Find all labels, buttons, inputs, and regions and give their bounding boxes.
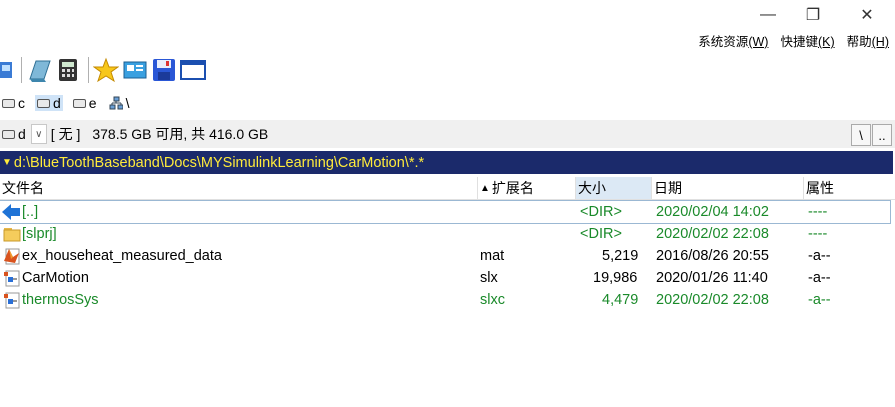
drive-info-row: d ∨ [ 无 ] 378.5 GB 可用, 共 416.0 GB	[0, 120, 895, 148]
column-header-ext[interactable]: ▲ 扩展名	[478, 177, 576, 199]
network-icon[interactable]	[122, 57, 148, 83]
save-disk-icon[interactable]	[151, 57, 177, 83]
drive-bar: c d e \	[0, 91, 131, 115]
up-arrow-icon	[1, 201, 21, 223]
drive-label: e	[88, 95, 97, 111]
current-path-bar[interactable]: ▼ d:\BlueToothBaseband\Docs\MYSimulinkLe…	[0, 151, 893, 174]
file-size: 5,219	[602, 248, 639, 264]
menu-help[interactable]: 帮助(H)	[847, 31, 889, 51]
file-name: CarMotion	[22, 270, 89, 286]
file-name: [slprj]	[22, 226, 57, 242]
file-name: [..]	[22, 204, 39, 220]
file-ext: mat	[480, 248, 505, 264]
simulink-cache-icon	[3, 289, 21, 311]
file-size: <DIR>	[580, 204, 622, 220]
sort-up-arrow-icon: ▲	[480, 182, 490, 194]
folder-icon	[3, 223, 21, 245]
minimize-button[interactable]: —	[748, 0, 788, 30]
drive-selector[interactable]: d ∨	[0, 124, 47, 144]
matlab-icon	[3, 245, 21, 267]
file-name: ex_househeat_measured_data	[22, 248, 222, 264]
free-space-text: 378.5 GB 可用, 共 416.0 GB	[92, 126, 269, 142]
simulink-icon	[3, 267, 21, 289]
drive-icon	[72, 98, 86, 108]
file-attr: -a--	[808, 292, 831, 308]
file-row[interactable]: ex_househeat_measured_data mat 5,219 201…	[0, 245, 895, 267]
file-date: 2020/02/02 22:08	[656, 226, 769, 242]
close-button[interactable]: ✕	[847, 0, 887, 30]
ftp-icon[interactable]	[0, 57, 14, 83]
window-icon[interactable]	[180, 57, 206, 83]
file-name: thermosSys	[22, 292, 99, 308]
file-ext: slx	[480, 270, 498, 286]
file-date: 2016/08/26 20:55	[656, 248, 769, 264]
favorite-star-icon[interactable]	[92, 57, 120, 83]
drive-icon	[2, 98, 15, 108]
file-date: 2020/02/04 14:02	[656, 204, 769, 220]
column-header-size[interactable]: 大小	[576, 177, 652, 199]
drive-e-button[interactable]: e	[71, 95, 99, 111]
drive-d-button[interactable]: d	[35, 95, 63, 111]
menu-bar: 系统资源(W) 快捷键(K) 帮助(H)	[698, 31, 889, 51]
chevron-down-icon[interactable]: ∨	[30, 124, 47, 144]
file-size: <DIR>	[580, 226, 622, 242]
file-size: 4,479	[602, 292, 639, 308]
file-attr: ----	[808, 226, 828, 242]
drive-icon	[37, 98, 50, 108]
column-header-attr[interactable]: 属性	[804, 177, 895, 199]
file-attr: ----	[808, 204, 828, 220]
history-dropdown-icon[interactable]: ▼	[2, 157, 12, 168]
column-header-date[interactable]: 日期	[652, 177, 804, 199]
toolbar	[0, 54, 209, 86]
file-size: 19,986	[593, 270, 638, 286]
drive-label: \	[125, 95, 130, 111]
file-row[interactable]: thermosSys slxc 4,479 2020/02/02 22:08 -…	[0, 289, 895, 311]
file-row[interactable]: [slprj] <DIR> 2020/02/02 22:08 ----	[0, 223, 895, 245]
toolbar-separator	[88, 57, 89, 83]
menu-system-resources[interactable]: 系统资源(W)	[698, 31, 768, 51]
restore-button[interactable]: ❐	[793, 0, 833, 30]
parent-dir-button[interactable]: ..	[872, 124, 892, 146]
network-drive-icon	[109, 96, 123, 110]
column-header-name[interactable]: 文件名	[0, 177, 478, 199]
toolbar-separator	[21, 57, 22, 83]
root-dir-button[interactable]: \	[851, 124, 871, 146]
drive-icon	[2, 129, 15, 139]
notepad-icon[interactable]	[26, 57, 52, 83]
current-path: d:\BlueToothBaseband\Docs\MYSimulinkLear…	[13, 154, 425, 171]
volume-label: [ 无 ]	[50, 126, 81, 142]
drive-label: d	[53, 95, 61, 111]
file-date: 2020/01/26 11:40	[656, 270, 768, 286]
file-list-header: 文件名 ▲ 扩展名 大小 日期 属性	[0, 177, 895, 200]
file-attr: -a--	[808, 270, 831, 286]
file-ext: slxc	[480, 292, 505, 308]
drive-selector-value: d	[18, 126, 26, 142]
drive-c-button[interactable]: c	[0, 95, 27, 111]
drive-label: c	[18, 95, 25, 111]
calculator-icon[interactable]	[55, 57, 81, 83]
menu-shortcuts[interactable]: 快捷键(K)	[780, 31, 834, 51]
network-drive-button[interactable]: \	[107, 95, 132, 111]
file-attr: -a--	[808, 248, 831, 264]
file-date: 2020/02/02 22:08	[656, 292, 769, 308]
file-row[interactable]: [..] <DIR> 2020/02/04 14:02 ----	[0, 200, 891, 224]
file-row[interactable]: CarMotion slx 19,986 2020/01/26 11:40 -a…	[0, 267, 895, 289]
